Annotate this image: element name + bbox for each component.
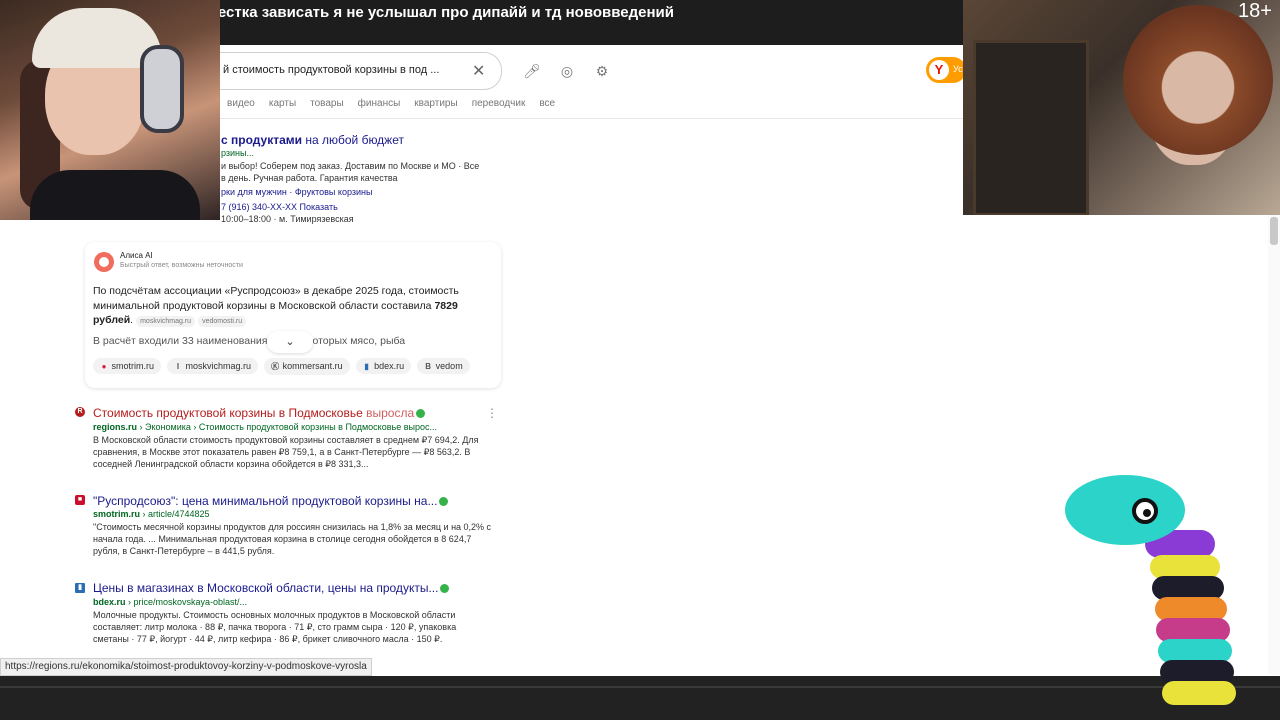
source-kommersant[interactable]: Ⓚ kommersant.ru bbox=[264, 358, 350, 375]
smotrim-favicon-icon: ■ bbox=[75, 495, 85, 505]
alisa-logo-icon bbox=[94, 252, 114, 272]
sock-puppet-overlay bbox=[1060, 470, 1250, 720]
result-snippet: В Московской области стоимость продуктов… bbox=[93, 435, 479, 469]
expand-chevron-icon[interactable]: ⌄ bbox=[267, 331, 313, 353]
source-chip[interactable]: vedomosti.ru bbox=[198, 316, 247, 327]
result-title[interactable]: Цены в магазинах в Московской области, ц… bbox=[93, 581, 450, 595]
ad-phone[interactable]: 7 (916) 340-XX-XX Показать bbox=[221, 202, 338, 212]
tab-goods[interactable]: товары bbox=[310, 98, 344, 109]
regions-favicon-icon: R bbox=[75, 407, 85, 417]
alisa-disclaimer: Быстрый ответ, возможны неточности bbox=[120, 262, 243, 269]
more-menu-icon[interactable]: ⋮ bbox=[486, 406, 498, 420]
ad-text-line: и выбор! Соберем под заказ. Доставим по … bbox=[221, 161, 480, 171]
tab-translator[interactable]: переводчик bbox=[472, 98, 526, 109]
ad-sitelinks[interactable]: рки для мужчин · Фруктовы корзины bbox=[221, 187, 372, 197]
webcam-figure-hair bbox=[1123, 5, 1273, 155]
result-title[interactable]: Стоимость продуктовой корзины в Подмоско… bbox=[93, 406, 426, 420]
tab-finance[interactable]: финансы bbox=[358, 98, 401, 109]
alisa-answer-text: По подсчётам ассоциации «Руспродсоюз» в … bbox=[93, 285, 459, 327]
headset-icon bbox=[140, 45, 184, 133]
alisa-answer-card: Алиса AI Быстрый ответ, возможны неточно… bbox=[85, 242, 501, 388]
yandex-button[interactable]: Y Ус bbox=[926, 57, 966, 83]
page-scrollbar[interactable] bbox=[1268, 215, 1280, 675]
verified-badge-icon bbox=[439, 497, 449, 507]
result-snippet: Молочные продукты. Стоимость основных мо… bbox=[93, 610, 457, 644]
source-smotrim[interactable]: ● smotrim.ru bbox=[93, 358, 162, 374]
source-chip[interactable]: moskvichmag.ru bbox=[136, 316, 196, 327]
scrollbar-thumb[interactable] bbox=[1270, 217, 1278, 245]
camera-search-icon[interactable]: ◎ bbox=[558, 62, 576, 80]
result-url[interactable]: smotrim.ru › article/4744825 bbox=[93, 509, 210, 519]
ad-text-line: в день. Ручная работа. Гарантия качества bbox=[221, 173, 398, 183]
tab-apartments[interactable]: квартиры bbox=[414, 98, 457, 109]
age-rating-badge: 18+ bbox=[1238, 0, 1272, 22]
filter-settings-icon[interactable]: ⚙ bbox=[593, 62, 611, 80]
search-tabs: видео карты товары финансы квартиры переводчи… bbox=[227, 98, 569, 109]
ad-url[interactable]: рзины... bbox=[221, 148, 254, 158]
tab-all[interactable]: все bbox=[539, 98, 555, 109]
clear-search-icon[interactable]: ✕ bbox=[472, 61, 485, 81]
result-snippet: "Стоимость месячной корзины продуктов дл… bbox=[93, 522, 492, 556]
result-title[interactable]: "Руспродсоюз": цена минимальной продукто… bbox=[93, 494, 449, 508]
streamer-webcam bbox=[0, 0, 220, 220]
tab-video[interactable]: видео bbox=[227, 98, 255, 109]
tab-maps[interactable]: карты bbox=[269, 98, 296, 109]
ad-hours: 10:00–18:00 · м. Тимирязевская bbox=[221, 214, 354, 224]
verified-badge-icon bbox=[440, 584, 450, 594]
sock-puppet-eye-icon bbox=[1132, 498, 1158, 524]
sock-puppet-head bbox=[1065, 475, 1185, 545]
yandex-logo-icon: Y bbox=[929, 60, 949, 80]
result-url[interactable]: regions.ru › Экономика › Стоимость проду… bbox=[93, 422, 437, 432]
search-input[interactable]: й стоимость продуктовой корзины в под ..… bbox=[223, 64, 439, 76]
microphone-icon[interactable]: 🎤︎ bbox=[523, 62, 541, 80]
yandex-button-label: Ус bbox=[953, 64, 963, 74]
link-status-url: https://regions.ru/ekonomika/stoimost-pr… bbox=[0, 658, 372, 676]
ad-title[interactable]: с продуктами на любой бюджет bbox=[221, 133, 404, 147]
source-bdex[interactable]: ▮ bdex.ru bbox=[355, 358, 412, 374]
header-divider bbox=[200, 118, 963, 119]
result-url[interactable]: bdex.ru › price/moskovskaya-oblast/... bbox=[93, 597, 247, 607]
guest-webcam bbox=[963, 0, 1280, 215]
webcam-figure-shirt bbox=[30, 170, 200, 220]
source-moskvichmag[interactable]: I moskvichmag.ru bbox=[167, 358, 259, 374]
webcam-background-shelf bbox=[973, 40, 1089, 215]
search-box[interactable]: й стоимость продуктовой корзины в под ..… bbox=[200, 52, 502, 90]
source-vedomosti[interactable]: B vedom bbox=[417, 358, 470, 374]
bdex-favicon-icon: ▮ bbox=[75, 583, 85, 593]
alisa-sources: ● smotrim.ru I moskvichmag.ru Ⓚ kommersant… bbox=[93, 358, 476, 375]
verified-badge-icon bbox=[416, 409, 426, 419]
alisa-name: Алиса AI bbox=[120, 251, 153, 260]
